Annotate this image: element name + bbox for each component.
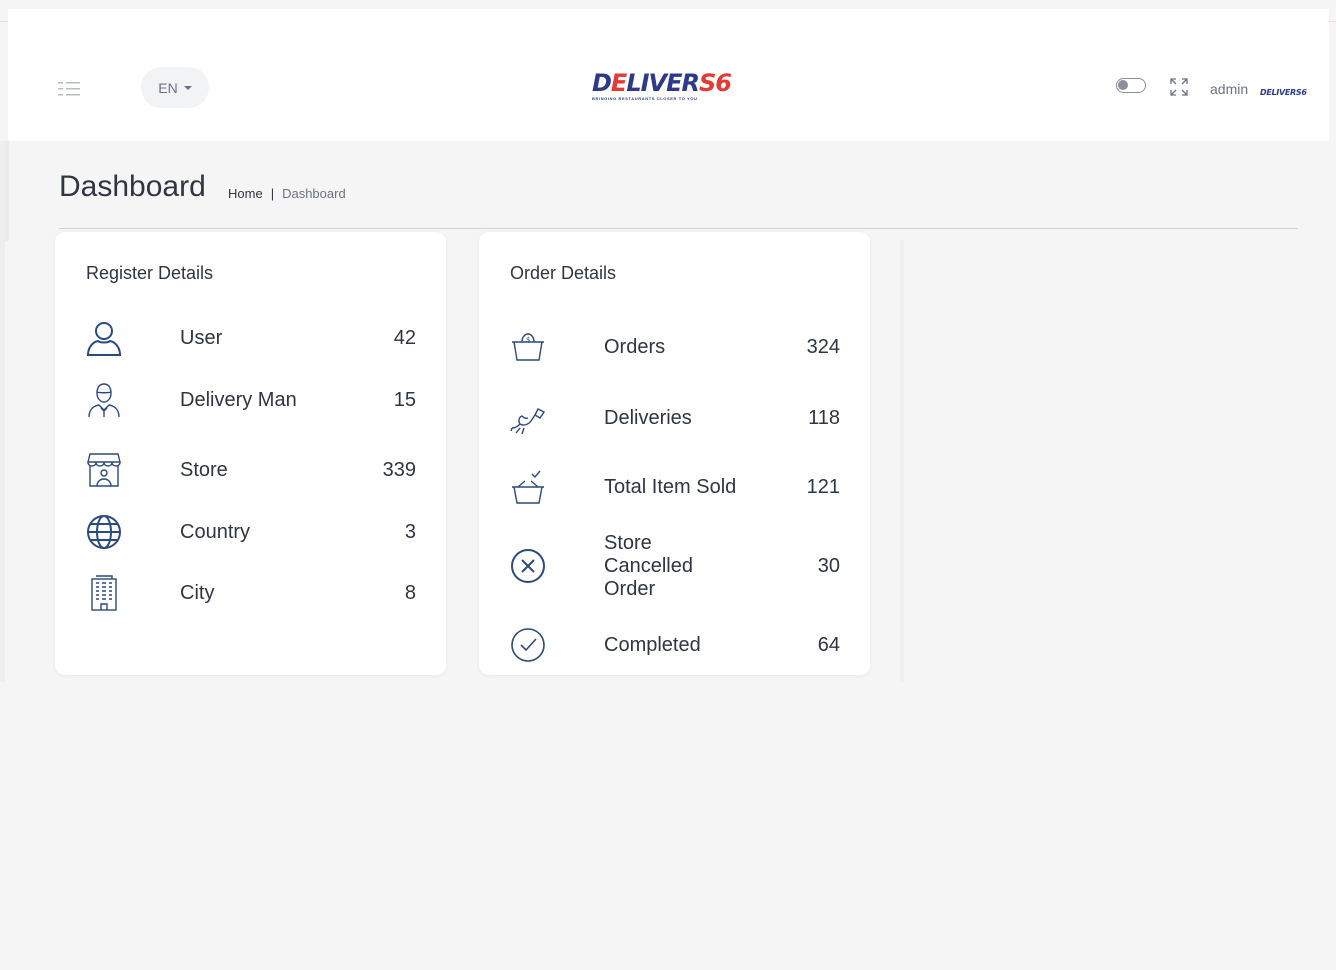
stat-value: 30 [817,554,840,577]
breadcrumb-current: Dashboard [282,186,346,201]
stat-value: 8 [404,581,416,604]
stat-value: 42 [393,326,416,349]
stat-row-city[interactable]: City 8 [86,575,416,611]
stat-value: 64 [817,633,840,656]
building-icon [86,575,122,611]
stat-row-delivery-man[interactable]: Delivery Man 15 [86,382,416,418]
theme-toggle[interactable] [1116,78,1146,93]
stat-label: Orders [604,335,666,358]
delivery-man-icon [86,382,122,418]
svg-text:$: $ [526,336,530,344]
basket-check-icon [510,469,546,505]
stat-label: Completed [604,633,701,656]
stat-row-store-cancelled-order[interactable]: Store Cancelled Order 30 [510,532,840,600]
breadcrumb: Home | Dashboard [228,186,346,201]
cancel-circle-icon [510,548,546,584]
page-title: Dashboard [59,170,206,203]
stat-value: 3 [404,520,416,543]
stat-row-completed[interactable]: Completed 64 [510,627,840,663]
stat-label: Delivery Man [180,388,297,411]
brand-logo: DELIVERS6 BRINGING RESTAURANTS CLOSER TO… [592,69,732,101]
stat-value: 324 [806,335,840,358]
store-icon [86,452,122,488]
fullscreen-icon[interactable] [1170,78,1188,96]
language-dropdown[interactable]: EN [141,67,209,108]
stat-row-user[interactable]: User 42 [86,320,416,356]
stat-label: Store Cancelled Order [604,531,693,600]
breadcrumb-separator: | [270,186,275,201]
card-title: Register Details [86,263,214,283]
stat-value: 339 [382,458,416,481]
stat-label: Store [180,458,228,481]
menu-toggle-icon[interactable] [58,82,86,96]
stat-row-deliveries[interactable]: Deliveries 118 [510,400,840,436]
avatar[interactable]: DELIVERS6 [1260,82,1307,97]
delivery-bird-icon [510,400,546,436]
caret-down-icon [183,85,192,90]
card-title: Order Details [510,263,617,283]
stat-value: 15 [393,388,416,411]
title-divider [59,228,1298,229]
stat-row-country[interactable]: Country 3 [86,514,416,550]
stat-value: 121 [806,475,840,498]
language-label: EN [158,79,178,96]
stat-row-total-item-sold[interactable]: Total Item Sold 121 [510,469,840,505]
stat-label: Deliveries [604,406,692,429]
basket-icon: $ [510,329,546,365]
order-details-card: Order Details $ Orders 324 Deliveries 11… [479,232,870,675]
stat-value: 118 [808,406,840,429]
sidebar-edge-shade [5,141,9,241]
stat-label: User [180,326,223,349]
stat-label: City [180,581,215,604]
stat-label: Total Item Sold [604,475,737,498]
content-edge [900,240,904,682]
user-icon [86,320,122,356]
top-header: EN DELIVERS6 BRINGING RESTAURANTS CLOSER… [8,9,1329,141]
register-details-card: Register Details User 42 Delivery Man 15 [55,232,446,675]
user-name[interactable]: admin [1210,81,1248,97]
breadcrumb-home-link[interactable]: Home [228,186,263,201]
stat-row-store[interactable]: Store 339 [86,452,416,488]
stat-row-orders[interactable]: $ Orders 324 [510,329,840,365]
check-circle-icon [510,627,546,663]
stat-label: Country [180,520,251,543]
globe-icon [86,514,122,550]
